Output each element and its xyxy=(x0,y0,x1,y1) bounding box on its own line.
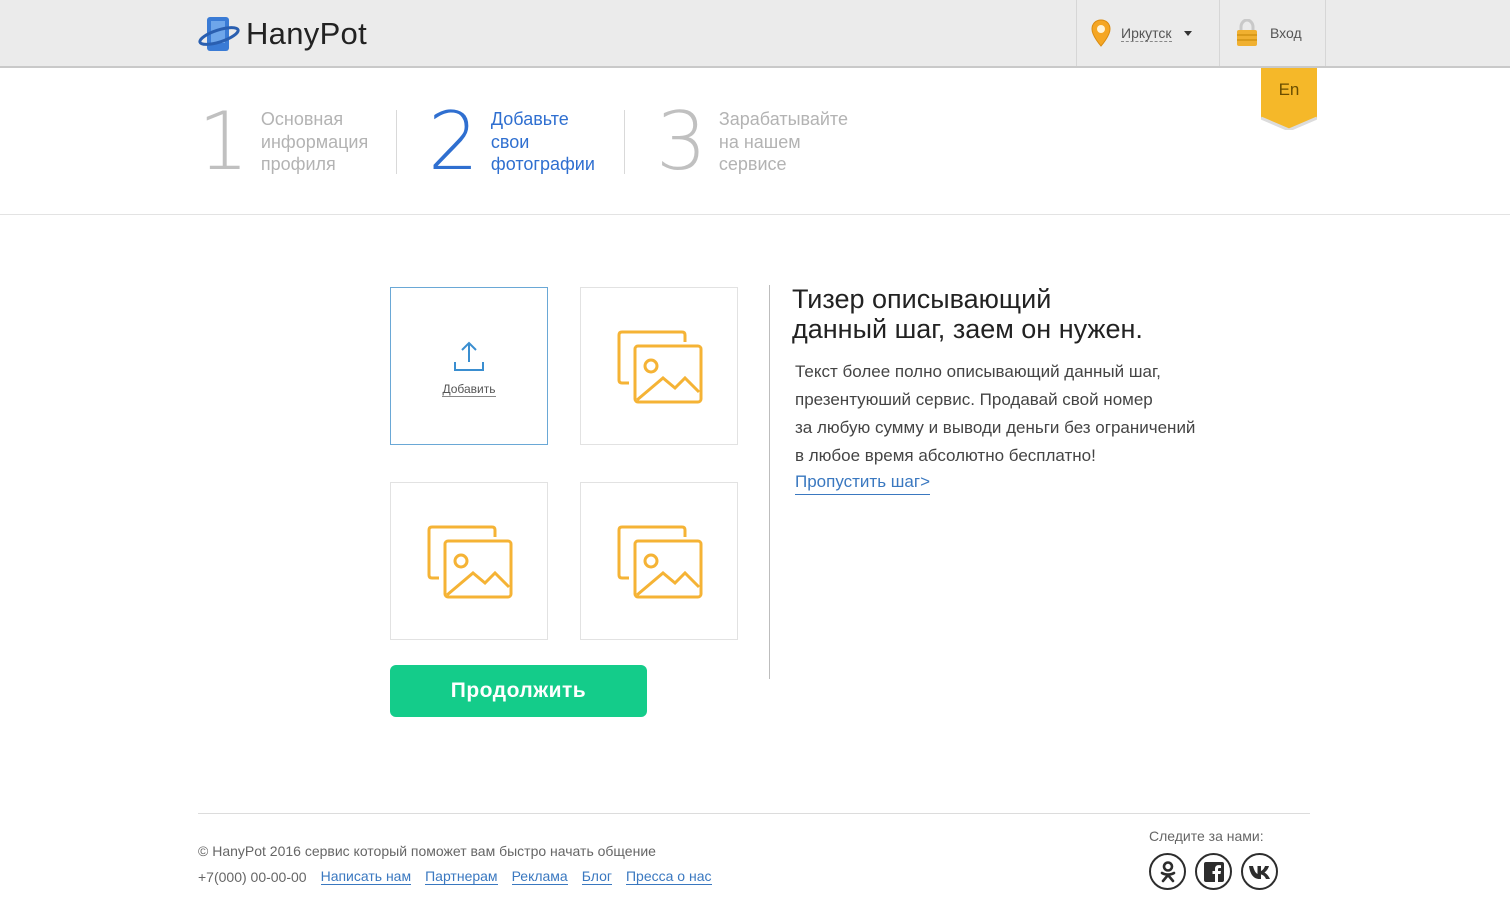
logo-icon xyxy=(198,17,240,51)
upload-content: Добавить xyxy=(391,340,547,398)
teaser-text-line: презентуюший сервис. Продавай свой номер xyxy=(795,390,1153,409)
teaser-title: Тизер описывающий данный шаг, заем он ну… xyxy=(792,284,1252,344)
facebook-icon xyxy=(1203,861,1224,882)
city-label: Иркутск xyxy=(1121,24,1172,42)
step-divider xyxy=(396,110,397,174)
footer-link-blog[interactable]: Блог xyxy=(581,869,612,885)
step-line: информация xyxy=(260,131,369,152)
step-divider xyxy=(624,110,625,174)
step-line: свои xyxy=(490,131,530,152)
image-placeholder-icon xyxy=(617,525,703,599)
step-line: на нашем xyxy=(718,131,801,152)
follow-us-label: Следите за нами: xyxy=(1149,828,1264,844)
footer-link-press[interactable]: Пресса о нас xyxy=(625,869,712,885)
upload-photo-tile[interactable]: Добавить xyxy=(390,287,548,445)
upload-icon xyxy=(454,341,484,371)
photo-slot[interactable] xyxy=(390,482,548,640)
chevron-down-icon xyxy=(1183,30,1192,36)
teaser-text: Текст более полно описывающий данный шаг… xyxy=(795,358,1235,470)
footer-link-contact[interactable]: Написать нам xyxy=(320,869,412,885)
login-label: Вход xyxy=(1270,25,1302,41)
step-1: 1 Основная информация профиля xyxy=(198,95,368,188)
photo-slot[interactable] xyxy=(580,482,738,640)
step-label: Основная информация профиля xyxy=(261,108,368,176)
login-button[interactable]: Вход xyxy=(1220,0,1326,66)
steps-progress: 1 Основная информация профиля 2 Добавьте… xyxy=(0,68,1510,215)
odnoklassniki-icon xyxy=(1160,860,1175,882)
city-selector[interactable]: Иркутск xyxy=(1076,0,1220,66)
image-placeholder-icon xyxy=(427,525,513,599)
odnoklassniki-button[interactable] xyxy=(1149,853,1186,890)
teaser-text-line: за любую сумму и выводи деньги без огран… xyxy=(795,418,1196,437)
location-pin-icon xyxy=(1091,19,1111,47)
step-label: Зарабатывайте на нашем сервисе xyxy=(719,108,848,176)
image-placeholder-icon xyxy=(617,330,703,404)
step-line: Добавьте xyxy=(490,109,569,129)
upload-label: Добавить xyxy=(442,382,496,397)
copyright-text: © HanyPot 2016 сервис который поможет ва… xyxy=(198,843,656,859)
teaser-text-line: Текст более полно описывающий данный шаг… xyxy=(795,362,1161,381)
footer-divider xyxy=(198,813,1310,814)
content-divider xyxy=(769,285,770,679)
logo-text: HanyPot xyxy=(246,16,367,51)
footer-link-partners[interactable]: Партнерам xyxy=(425,869,498,885)
teaser-title-line: Тизер описывающий xyxy=(792,284,1052,314)
facebook-button[interactable] xyxy=(1195,853,1232,890)
step-line: Зарабатывайте xyxy=(718,109,848,129)
vk-icon xyxy=(1248,865,1270,879)
teaser-text-line: в любое время абсолютно бесплатно! xyxy=(795,446,1096,465)
photo-slot[interactable] xyxy=(580,287,738,445)
step-line: профиля xyxy=(260,154,336,174)
step-line: фотографии xyxy=(490,154,595,174)
step-label: Добавьте свои фотографии xyxy=(491,108,595,176)
step-number: 2 xyxy=(428,95,479,188)
header: HanyPot Иркутск Вход xyxy=(0,0,1510,68)
logo[interactable]: HanyPot xyxy=(198,12,367,56)
step-line: сервисе xyxy=(718,154,787,174)
phone-number: +7(000) 00-00-00 xyxy=(198,869,307,885)
teaser-title-line: данный шаг, заем он нужен. xyxy=(792,314,1143,344)
step-3: 3 Зарабатывайте на нашем сервисе xyxy=(656,95,848,188)
step-number: 3 xyxy=(656,95,707,188)
footer-contacts: +7(000) 00-00-00 Написать нам Партнерам … xyxy=(198,869,712,885)
vk-button[interactable] xyxy=(1241,853,1278,890)
continue-button[interactable]: Продолжить xyxy=(390,665,647,717)
lock-icon xyxy=(1237,19,1257,46)
step-line: Основная xyxy=(260,109,344,129)
skip-step-link[interactable]: Пропустить шаг> xyxy=(795,470,931,495)
step-2: 2 Добавьте свои фотографии xyxy=(428,95,595,188)
step-number: 1 xyxy=(198,95,249,188)
footer-link-ads[interactable]: Реклама xyxy=(511,869,568,885)
